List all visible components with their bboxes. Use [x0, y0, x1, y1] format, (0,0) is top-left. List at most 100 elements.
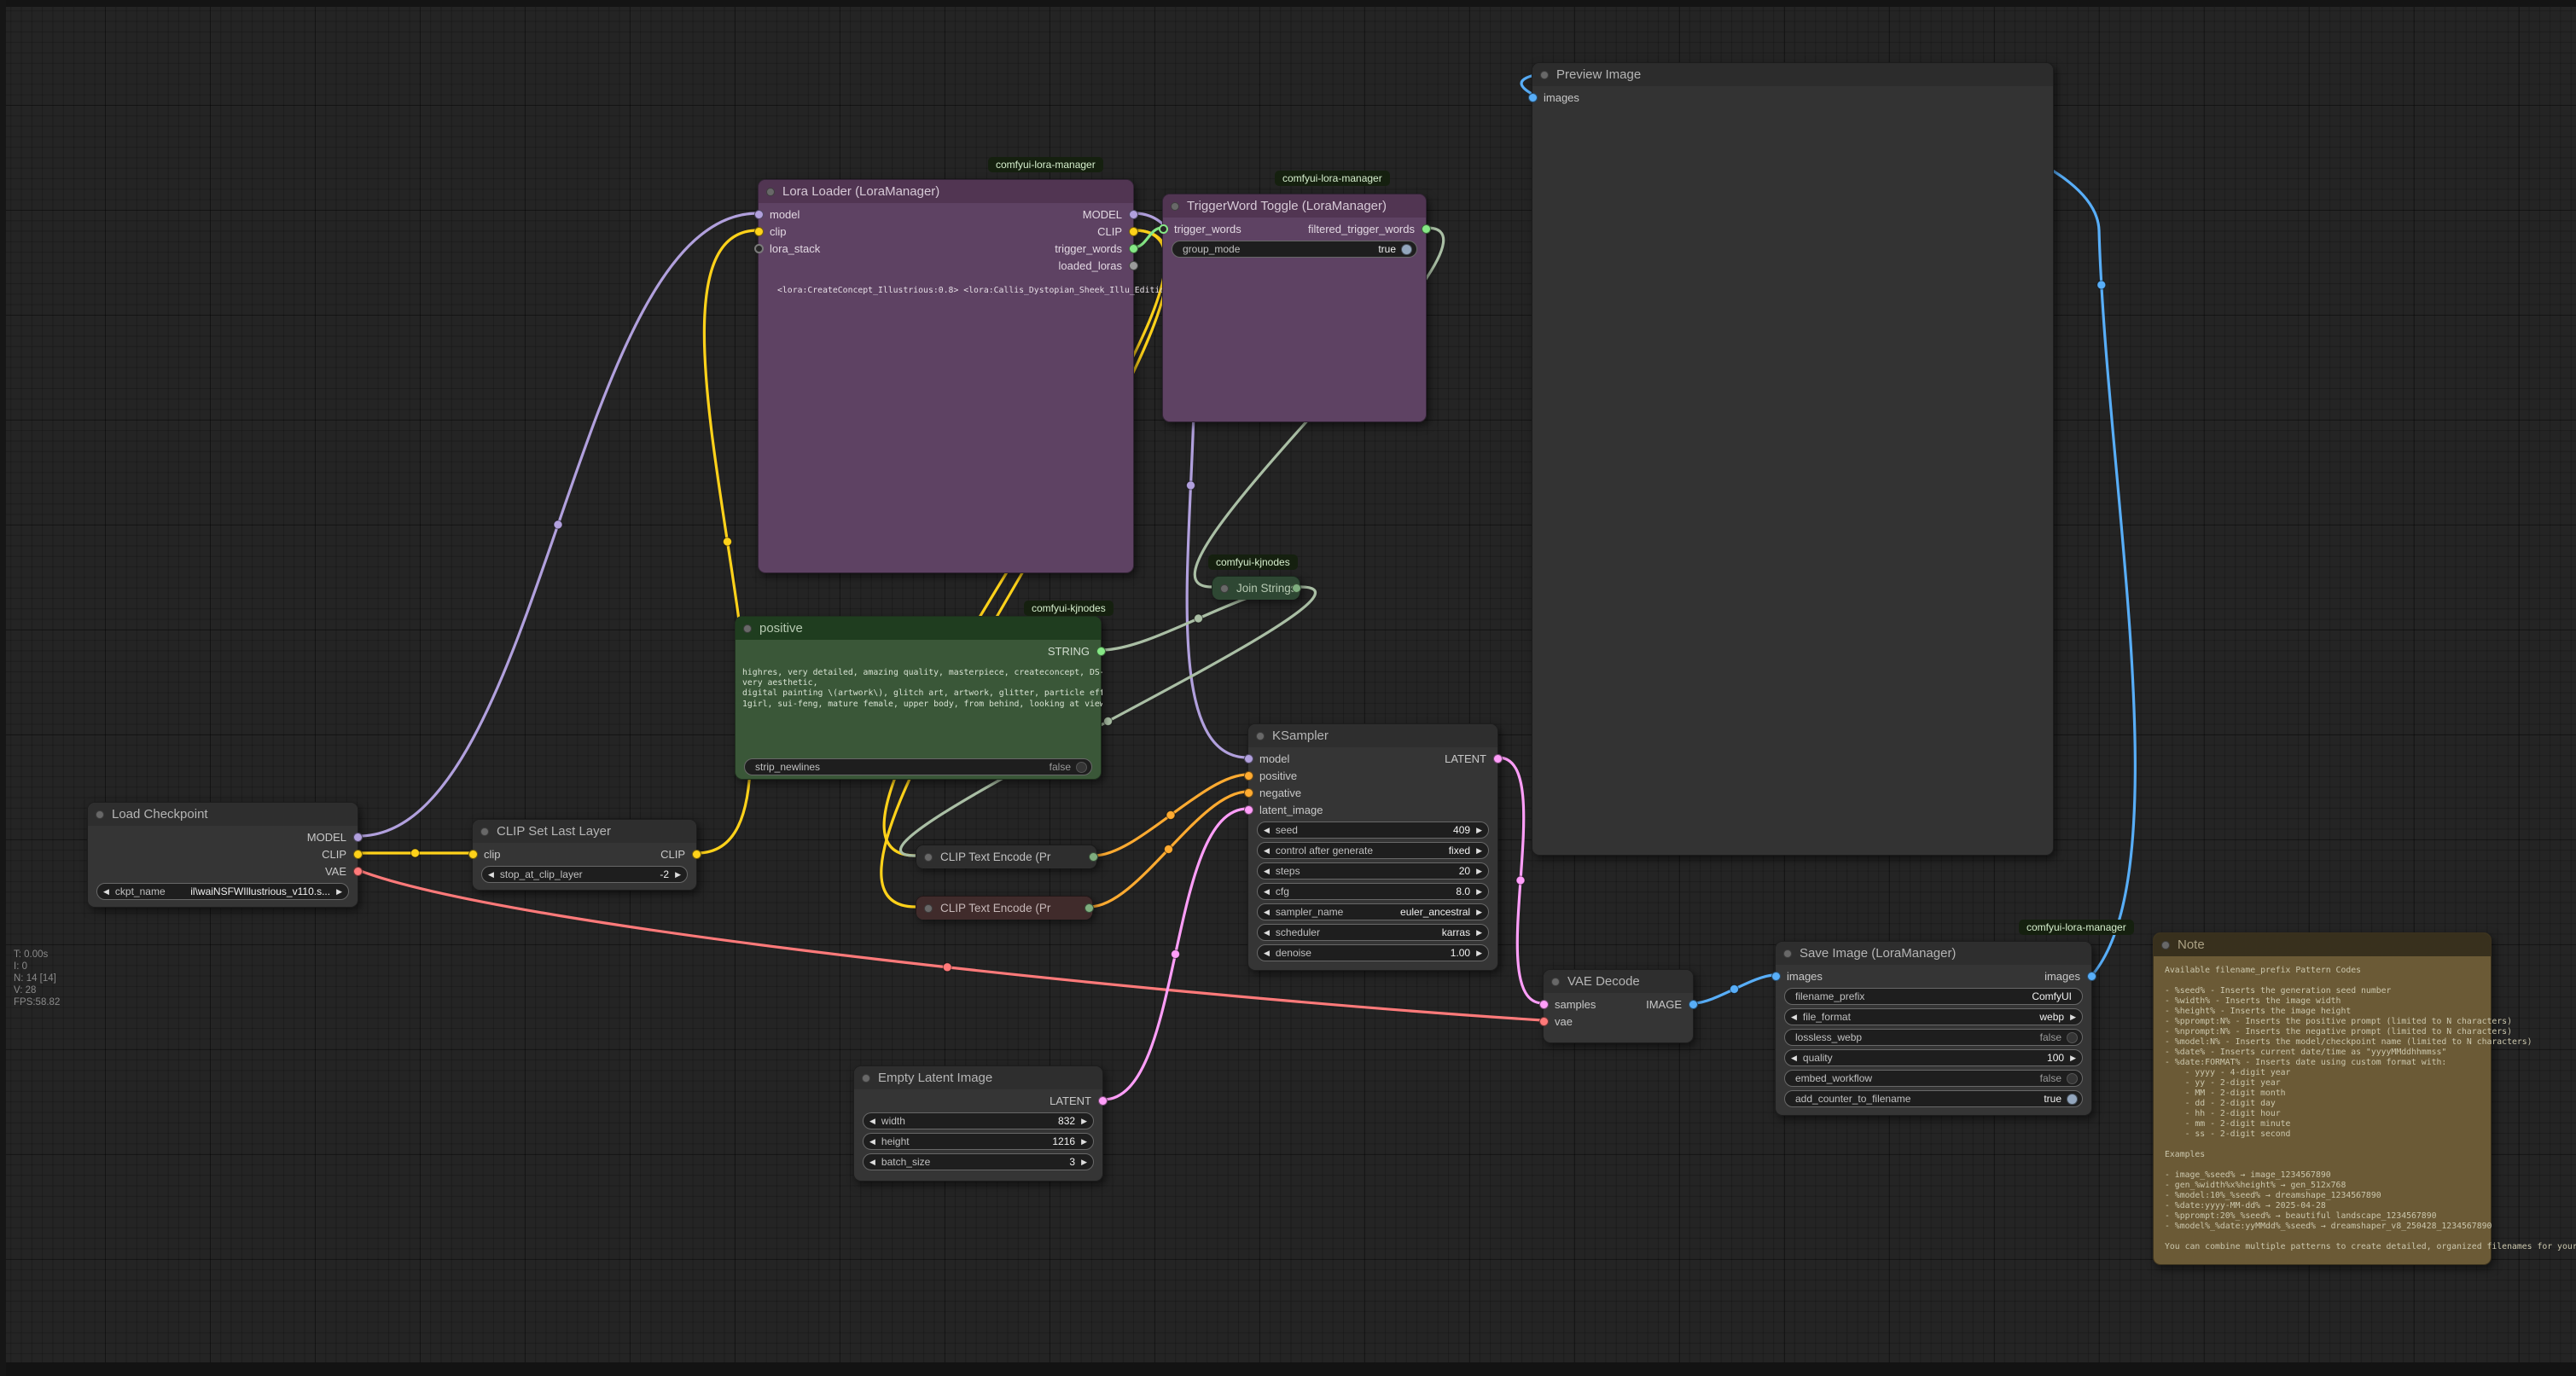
output-slot-LATENT[interactable]: [1098, 1096, 1108, 1106]
node-triggerword-toggle[interactable]: TriggerWord Toggle (LoraManager)trigger_…: [1162, 194, 1427, 422]
node-empty-latent-image[interactable]: Empty Latent ImageLATENT◀width832▶◀heigh…: [853, 1065, 1103, 1182]
output-slot-loaded_loras[interactable]: [1129, 261, 1138, 270]
node-header-triggerword-toggle[interactable]: TriggerWord Toggle (LoraManager): [1163, 194, 1426, 218]
input-slot-model[interactable]: [754, 210, 764, 219]
node-load-checkpoint[interactable]: Load CheckpointMODELCLIPVAE◀ckpt_nameil\…: [87, 802, 358, 908]
input-slot-images[interactable]: [1771, 972, 1781, 981]
widget-cfg[interactable]: ◀cfg8.0▶: [1257, 883, 1489, 900]
decrement-arrow-icon[interactable]: ◀: [1258, 884, 1276, 899]
widget-quality[interactable]: ◀quality100▶: [1784, 1049, 2083, 1066]
increment-arrow-icon[interactable]: ▶: [1470, 904, 1488, 920]
decrement-arrow-icon[interactable]: ◀: [482, 867, 500, 882]
node-clip-text-encode-negative[interactable]: CLIP Text Encode (Pr: [916, 896, 1093, 919]
output-slot-MODEL[interactable]: [1129, 210, 1138, 219]
decrement-arrow-icon[interactable]: ◀: [1258, 904, 1276, 920]
increment-arrow-icon[interactable]: ▶: [1075, 1113, 1093, 1129]
node-text-content[interactable]: Available filename_prefix Pattern Codes …: [2165, 966, 2576, 1252]
node-header-ksampler[interactable]: KSampler: [1248, 724, 1497, 747]
input-slot-images[interactable]: [1528, 93, 1538, 102]
output-slot-CLIP[interactable]: [353, 850, 363, 859]
output-slot-CLIP[interactable]: [692, 850, 701, 859]
node-join-strings[interactable]: Join Strings: [1212, 576, 1300, 599]
node-text-content[interactable]: highres, very detailed, amazing quality,…: [742, 668, 1102, 710]
decrement-arrow-icon[interactable]: ◀: [1258, 822, 1276, 838]
widget-strip-newlines[interactable]: strip_newlinesfalse: [744, 758, 1092, 775]
input-slot-negative[interactable]: [1244, 788, 1253, 798]
node-header-clip-text-encode-negative[interactable]: CLIP Text Encode (Pr: [916, 897, 1092, 920]
output-slot-dot[interactable]: [1084, 903, 1094, 913]
input-slot-vae[interactable]: [1539, 1017, 1549, 1026]
widget-stop-at-clip-layer[interactable]: ◀stop_at_clip_layer-2▶: [481, 866, 688, 883]
input-slot-positive[interactable]: [1244, 771, 1253, 781]
decrement-arrow-icon[interactable]: ◀: [864, 1134, 881, 1149]
node-ksampler[interactable]: KSamplermodelpositivenegativelatent_imag…: [1247, 723, 1498, 971]
input-slot-trigger_words[interactable]: [1159, 224, 1168, 234]
increment-arrow-icon[interactable]: ▶: [1470, 884, 1488, 899]
node-header-positive-prompt[interactable]: positive: [736, 617, 1101, 640]
output-slot-dot[interactable]: [1292, 583, 1301, 593]
widget-group-mode[interactable]: group_modetrue: [1172, 241, 1417, 258]
widget-sampler-name[interactable]: ◀sampler_nameeuler_ancestral▶: [1257, 903, 1489, 920]
widget-file-format[interactable]: ◀file_formatwebp▶: [1784, 1008, 2083, 1025]
widget-add-counter-to-filename[interactable]: add_counter_to_filenametrue: [1784, 1090, 2083, 1107]
toggle-knob[interactable]: [1076, 762, 1087, 773]
widget-control-after-generate[interactable]: ◀control after generatefixed▶: [1257, 842, 1489, 859]
widget-seed[interactable]: ◀seed409▶: [1257, 822, 1489, 839]
output-slot-CLIP[interactable]: [1129, 227, 1138, 236]
toggle-knob[interactable]: [2067, 1094, 2078, 1105]
increment-arrow-icon[interactable]: ▶: [2064, 1050, 2082, 1065]
output-slot-LATENT[interactable]: [1493, 754, 1503, 763]
widget-scheduler[interactable]: ◀schedulerkarras▶: [1257, 924, 1489, 941]
node-header-empty-latent-image[interactable]: Empty Latent Image: [854, 1066, 1102, 1089]
node-positive-prompt[interactable]: positiveSTRINGstrip_newlinesfalsehighres…: [735, 616, 1102, 780]
node-clip-text-encode-positive[interactable]: CLIP Text Encode (Pr: [916, 845, 1097, 868]
widget-embed-workflow[interactable]: embed_workflowfalse: [1784, 1070, 2083, 1087]
input-slot-clip[interactable]: [754, 227, 764, 236]
node-clip-set-last-layer[interactable]: CLIP Set Last LayerclipCLIP◀stop_at_clip…: [472, 819, 697, 891]
node-lora-loader[interactable]: Lora Loader (LoraManager)modelcliplora_s…: [758, 179, 1134, 573]
output-slot-VAE[interactable]: [353, 867, 363, 876]
node-header-join-strings[interactable]: Join Strings: [1212, 577, 1300, 600]
node-header-lora-loader[interactable]: Lora Loader (LoraManager): [759, 180, 1133, 203]
widget-ckpt-name[interactable]: ◀ckpt_nameil\waiNSFWIllustrious_v110.s..…: [96, 883, 349, 900]
node-note[interactable]: NoteAvailable filename_prefix Pattern Co…: [2153, 932, 2492, 1265]
decrement-arrow-icon[interactable]: ◀: [1258, 925, 1276, 940]
increment-arrow-icon[interactable]: ▶: [1075, 1154, 1093, 1170]
output-slot-trigger_words[interactable]: [1129, 244, 1138, 253]
widget-height[interactable]: ◀height1216▶: [863, 1133, 1094, 1150]
output-slot-MODEL[interactable]: [353, 833, 363, 842]
decrement-arrow-icon[interactable]: ◀: [1785, 1050, 1803, 1065]
decrement-arrow-icon[interactable]: ◀: [864, 1154, 881, 1170]
decrement-arrow-icon[interactable]: ◀: [97, 884, 115, 899]
input-slot-latent_image[interactable]: [1244, 805, 1253, 815]
input-slot-model[interactable]: [1244, 754, 1253, 763]
widget-width[interactable]: ◀width832▶: [863, 1112, 1094, 1129]
increment-arrow-icon[interactable]: ▶: [1470, 945, 1488, 961]
widget-steps[interactable]: ◀steps20▶: [1257, 862, 1489, 880]
increment-arrow-icon[interactable]: ▶: [1470, 822, 1488, 838]
increment-arrow-icon[interactable]: ▶: [669, 867, 687, 882]
collapse-toggle-icon[interactable]: [924, 904, 933, 913]
widget-denoise[interactable]: ◀denoise1.00▶: [1257, 944, 1489, 961]
output-slot-images[interactable]: [2087, 972, 2096, 981]
comfyui-canvas[interactable]: { "app": "ComfyUI workflow graph", "canv…: [0, 0, 2576, 1376]
widget-filename-prefix[interactable]: filename_prefixComfyUI: [1784, 988, 2083, 1005]
decrement-arrow-icon[interactable]: ◀: [1258, 863, 1276, 879]
output-slot-STRING[interactable]: [1096, 647, 1106, 656]
widget-batch-size[interactable]: ◀batch_size3▶: [863, 1153, 1094, 1170]
decrement-arrow-icon[interactable]: ◀: [864, 1113, 881, 1129]
increment-arrow-icon[interactable]: ▶: [1470, 843, 1488, 858]
collapse-toggle-icon[interactable]: [1220, 584, 1229, 593]
node-header-clip-set-last-layer[interactable]: CLIP Set Last Layer: [473, 820, 696, 843]
decrement-arrow-icon[interactable]: ◀: [1258, 843, 1276, 858]
node-header-note[interactable]: Note: [2154, 933, 2491, 956]
increment-arrow-icon[interactable]: ▶: [1470, 925, 1488, 940]
decrement-arrow-icon[interactable]: ◀: [1785, 1009, 1803, 1025]
toggle-knob[interactable]: [2067, 1073, 2078, 1084]
input-slot-lora_stack[interactable]: [754, 244, 764, 253]
node-save-image[interactable]: Save Image (LoraManager)imagesimagesfile…: [1775, 941, 2092, 1116]
node-header-clip-text-encode-positive[interactable]: CLIP Text Encode (Pr: [916, 845, 1096, 868]
input-slot-clip[interactable]: [468, 850, 478, 859]
increment-arrow-icon[interactable]: ▶: [1470, 863, 1488, 879]
widget-lossless-webp[interactable]: lossless_webpfalse: [1784, 1029, 2083, 1046]
